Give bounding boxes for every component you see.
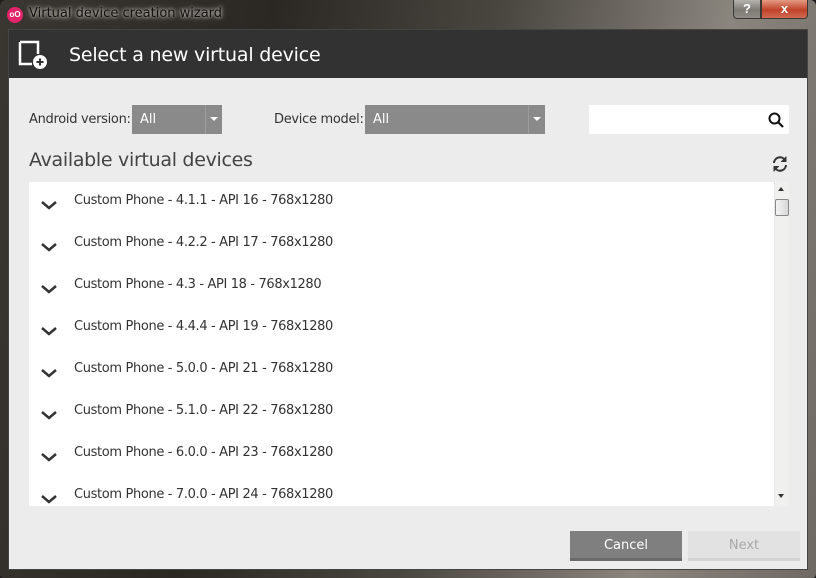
window-frame: oO Virtual device creation wizard ? x Se… xyxy=(0,0,816,578)
device-name: Custom Phone - 4.4.4 - API 19 - 768x1280 xyxy=(74,319,333,334)
android-version-label: Android version: xyxy=(29,112,131,127)
available-devices-title: Available virtual devices xyxy=(29,149,253,171)
device-name: Custom Phone - 5.1.0 - API 22 - 768x1280 xyxy=(74,403,333,418)
title-bar[interactable]: oO Virtual device creation wizard ? x xyxy=(0,0,816,28)
close-button[interactable]: x xyxy=(761,0,808,19)
device-name: Custom Phone - 4.3 - API 18 - 768x1280 xyxy=(74,277,322,292)
chevron-down-icon[interactable] xyxy=(40,283,58,295)
chevron-down-icon[interactable] xyxy=(40,241,58,253)
device-name: Custom Phone - 4.1.1 - API 16 - 768x1280 xyxy=(74,193,333,208)
device-model-select[interactable]: All xyxy=(365,105,545,134)
device-model-value: All xyxy=(373,112,390,127)
scroll-down-icon[interactable] xyxy=(778,494,784,498)
device-list: Custom Phone - 4.1.1 - API 16 - 768x1280… xyxy=(29,182,789,506)
chevron-down-icon xyxy=(528,105,545,134)
chevron-down-icon[interactable] xyxy=(40,367,58,379)
list-item[interactable]: Custom Phone - 4.1.1 - API 16 - 768x1280 xyxy=(29,182,774,224)
list-item[interactable]: Custom Phone - 4.4.4 - API 19 - 768x1280 xyxy=(29,308,774,350)
scrollbar-thumb[interactable] xyxy=(775,199,789,216)
next-button[interactable]: Next xyxy=(688,531,800,561)
device-model-label: Device model: xyxy=(274,112,364,127)
search-input[interactable] xyxy=(589,105,789,134)
search-icon[interactable] xyxy=(768,112,784,128)
list-item[interactable]: Custom Phone - 4.3 - API 18 - 768x1280 xyxy=(29,266,774,308)
chevron-down-icon xyxy=(205,105,222,134)
chevron-down-icon[interactable] xyxy=(40,451,58,463)
add-device-icon xyxy=(18,40,47,69)
dialog-content: Select a new virtual device Android vers… xyxy=(8,29,808,570)
refresh-icon[interactable] xyxy=(771,155,789,173)
list-item[interactable]: Custom Phone - 7.0.0 - API 24 - 768x1280 xyxy=(29,476,774,506)
chevron-down-icon[interactable] xyxy=(40,493,58,505)
device-name: Custom Phone - 5.0.0 - API 21 - 768x1280 xyxy=(74,361,333,376)
page-title: Select a new virtual device xyxy=(69,44,321,66)
window-title: Virtual device creation wizard xyxy=(29,6,223,21)
device-name: Custom Phone - 7.0.0 - API 24 - 768x1280 xyxy=(74,487,333,502)
vertical-scrollbar[interactable] xyxy=(774,182,789,506)
chevron-down-icon[interactable] xyxy=(40,325,58,337)
android-version-value: All xyxy=(140,112,157,127)
device-name: Custom Phone - 6.0.0 - API 23 - 768x1280 xyxy=(74,445,333,460)
list-item[interactable]: Custom Phone - 6.0.0 - API 23 - 768x1280 xyxy=(29,434,774,476)
cancel-button[interactable]: Cancel xyxy=(570,531,682,561)
list-item[interactable]: Custom Phone - 5.1.0 - API 22 - 768x1280 xyxy=(29,392,774,434)
chevron-down-icon[interactable] xyxy=(40,199,58,211)
list-item[interactable]: Custom Phone - 5.0.0 - API 21 - 768x1280 xyxy=(29,350,774,392)
genymotion-icon: oO xyxy=(7,7,23,23)
android-version-select[interactable]: All xyxy=(132,105,222,134)
wizard-header: Select a new virtual device xyxy=(9,30,807,78)
help-button[interactable]: ? xyxy=(733,0,761,19)
chevron-down-icon[interactable] xyxy=(40,409,58,421)
device-name: Custom Phone - 4.2.2 - API 17 - 768x1280 xyxy=(74,235,333,250)
scroll-up-icon[interactable] xyxy=(778,187,784,191)
list-item[interactable]: Custom Phone - 4.2.2 - API 17 - 768x1280 xyxy=(29,224,774,266)
